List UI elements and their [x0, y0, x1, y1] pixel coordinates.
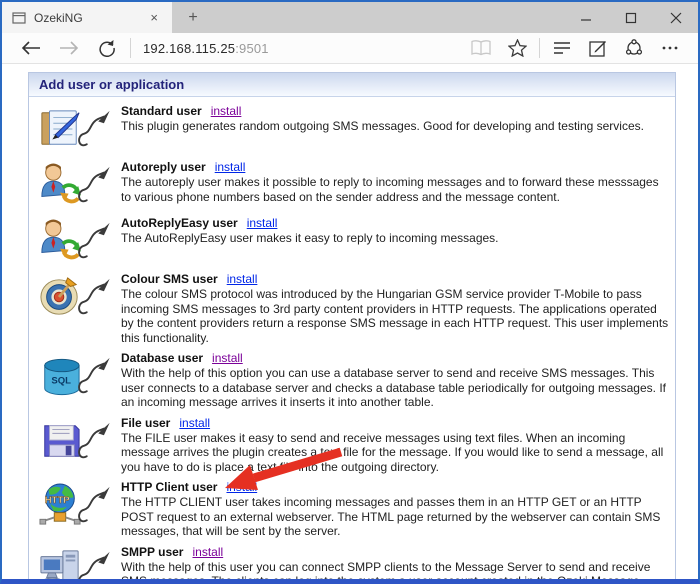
http-globe-icon: HTTP [35, 480, 121, 539]
plugin-description: With the help of this user you can conne… [121, 559, 651, 580]
computer-icon [35, 545, 121, 579]
floppy-disk-icon [35, 416, 121, 475]
tab-ozeking[interactable]: OzekiNG × [2, 2, 172, 33]
install-link[interactable]: install [211, 104, 242, 118]
plugin-item: AutoReplyEasy user install The AutoReplyE… [35, 216, 671, 266]
add-user-panel: Add user or application Standard user ins… [28, 72, 676, 579]
plugin-title: Autoreply user [121, 160, 206, 174]
navigation-bar: 192.168.115.25:9501 [2, 33, 698, 64]
plugin-item: SQL Database user install With the help o… [35, 351, 671, 410]
plugin-title: SMPP user [121, 544, 184, 559]
plugin-description: The AutoReplyEasy user makes it easy to … [121, 231, 499, 245]
plugin-description: The FILE user makes it easy to send and … [121, 430, 664, 474]
notepad-pen-icon [35, 104, 121, 154]
new-tab-button[interactable]: + [172, 2, 214, 33]
plugin-description: The autoreply user makes it possible to … [121, 175, 659, 204]
svg-text:SQL: SQL [51, 376, 71, 387]
tab-strip-spacer [214, 2, 563, 33]
minimize-icon[interactable] [563, 2, 608, 33]
plugin-title: Standard user [121, 104, 202, 118]
page-title: Add user or application [29, 73, 675, 97]
plugin-title: Colour SMS user [121, 272, 218, 286]
plugin-item: HTTP HTTP Client user install The HTTP CL… [35, 480, 671, 539]
person-reply-icon [35, 216, 121, 266]
url-host: 192.168.115.25 [143, 40, 236, 56]
tab-strip: OzekiNG × + [2, 2, 698, 33]
more-icon[interactable] [652, 45, 688, 51]
plugin-item: Colour SMS user install The colour SMS pr… [35, 272, 671, 345]
refresh-icon[interactable] [88, 39, 126, 57]
install-link[interactable]: install [192, 545, 223, 559]
install-link[interactable]: install [212, 351, 243, 365]
plugin-item: SMPP user install With the help of this u… [35, 544, 671, 580]
address-divider [130, 38, 131, 58]
plugin-list: Standard user install This plugin generat… [29, 97, 675, 579]
close-icon[interactable] [653, 2, 698, 33]
web-note-icon[interactable] [580, 39, 616, 57]
plugin-item: Autoreply user install The autoreply user… [35, 160, 671, 210]
page-content: Add user or application Standard user ins… [2, 64, 698, 579]
plugin-description: The HTTP CLIENT user takes incoming mess… [121, 495, 661, 538]
url-port: :9501 [235, 40, 269, 56]
plugin-item: File user install The FILE user makes it … [35, 416, 671, 475]
plugin-item: Standard user install This plugin generat… [35, 104, 671, 154]
forward-arrow-icon[interactable] [50, 40, 88, 56]
plugin-description: This plugin generates random outgoing SM… [121, 119, 644, 133]
page-icon [12, 11, 26, 24]
plugin-title: File user [121, 415, 171, 430]
tab-close-icon[interactable]: × [144, 8, 164, 27]
sql-database-icon: SQL [35, 351, 121, 410]
install-link[interactable]: install [226, 480, 257, 494]
share-icon[interactable] [616, 39, 652, 57]
toolbar-divider [539, 38, 540, 58]
person-reply-icon [35, 160, 121, 210]
target-dart-icon [35, 272, 121, 345]
plugin-description: The colour SMS protocol was introduced b… [121, 287, 669, 345]
plugin-title: HTTP Client user [121, 480, 218, 494]
reading-view-icon[interactable] [463, 40, 499, 56]
svg-text:HTTP: HTTP [45, 495, 71, 506]
plugin-title: Database user [121, 351, 204, 365]
install-link[interactable]: install [215, 160, 246, 174]
install-link[interactable]: install [179, 416, 210, 430]
plugin-description: With the help of this option you can use… [121, 366, 666, 409]
browser-window: OzekiNG × + 192.168.115.25:9501 Add use… [0, 0, 700, 584]
address-bar[interactable]: 192.168.115.25:9501 [135, 41, 463, 56]
plugin-title: AutoReplyEasy user [121, 216, 238, 230]
install-link[interactable]: install [247, 216, 278, 230]
back-arrow-icon[interactable] [12, 40, 50, 56]
hub-icon[interactable] [544, 41, 580, 55]
maximize-icon[interactable] [608, 2, 653, 33]
install-link[interactable]: install [227, 272, 258, 286]
tab-title: OzekiNG [34, 10, 83, 25]
favorites-star-icon[interactable] [499, 39, 535, 57]
